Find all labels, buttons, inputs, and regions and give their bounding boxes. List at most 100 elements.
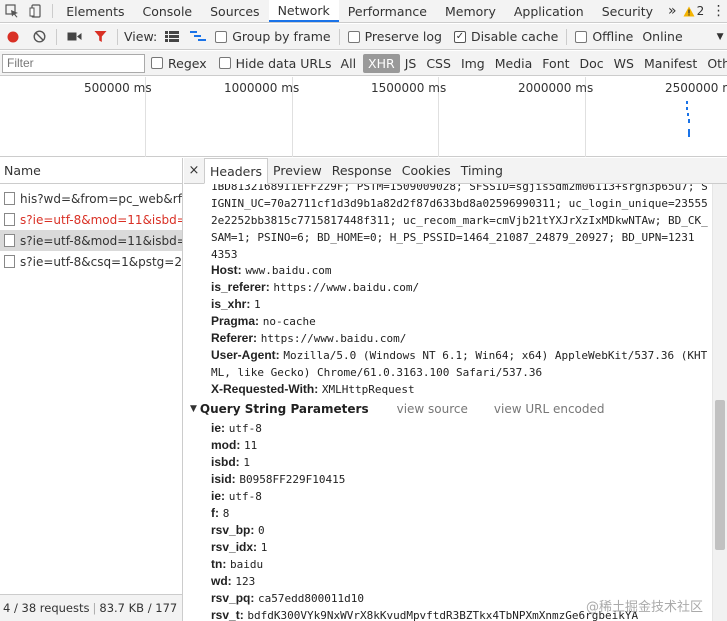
transfer-size: 83.7 KB / 177 ... xyxy=(99,601,182,615)
view-label: View: xyxy=(124,29,158,44)
more-tabs-button[interactable]: » xyxy=(662,0,683,22)
disable-cache-checkbox[interactable]: ✓ Disable cache xyxy=(453,29,558,44)
tab-timing[interactable]: Timing xyxy=(456,158,508,183)
tab-cookies[interactable]: Cookies xyxy=(397,158,456,183)
overview-tick-label: 2500000 ml xyxy=(665,81,727,95)
document-icon xyxy=(4,213,15,226)
request-row[interactable]: s?ie=utf-8&mod=11&isbd=... xyxy=(0,209,182,230)
warnings-badge[interactable]: 2 xyxy=(683,0,711,22)
param-row: f: 8 xyxy=(211,506,230,520)
overview-request-mark xyxy=(687,113,689,116)
param-row: isbd: 1 xyxy=(211,455,250,469)
tab-elements[interactable]: Elements xyxy=(57,0,133,22)
tab-application[interactable]: Application xyxy=(505,0,593,22)
document-icon xyxy=(4,255,15,268)
tab-sources[interactable]: Sources xyxy=(201,0,268,22)
warning-count: 2 xyxy=(696,4,705,18)
offline-checkbox[interactable]: Offline xyxy=(575,29,633,44)
chevron-down-icon: ▼ xyxy=(716,31,724,42)
tab-console[interactable]: Console xyxy=(134,0,202,22)
filter-bar: Regex Hide data URLs All XHR JS CSS Img … xyxy=(0,51,727,76)
device-toolbar-icon[interactable] xyxy=(24,0,48,22)
scrollbar-thumb[interactable] xyxy=(715,400,725,550)
param-row: ie: utf-8 xyxy=(211,421,262,435)
cookie-value-line: IGNIN_UC=70a2711cf1d3d9b1a82d2f87d633bd8… xyxy=(211,197,708,210)
tabbar-divider xyxy=(52,4,54,18)
filter-toggle-button[interactable] xyxy=(87,24,113,50)
overview-tick-label: 500000 ms xyxy=(84,81,152,95)
param-row: ie: utf-8 xyxy=(211,489,262,503)
close-icon[interactable]: × xyxy=(184,158,204,183)
list-view-icon xyxy=(165,31,180,42)
devtools-tabbar: Elements Console Sources Network Perform… xyxy=(0,0,727,23)
header-row: X-Requested-With: XMLHttpRequest xyxy=(211,382,415,396)
request-row-selected[interactable]: s?ie=utf-8&mod=11&isbd=... xyxy=(0,230,182,251)
filter-type-font[interactable]: Font xyxy=(537,54,574,73)
group-by-frame-checkbox[interactable]: Group by frame xyxy=(215,29,331,44)
header-row: Host: www.baidu.com xyxy=(211,263,332,277)
header-row: Pragma: no-cache xyxy=(211,314,316,328)
header-row: is_referer: https://www.baidu.com/ xyxy=(211,280,420,294)
param-row: rsv_idx: 1 xyxy=(211,540,268,554)
view-url-encoded-link[interactable]: view URL encoded xyxy=(494,402,605,416)
cookie-value-line: SAM=1; PSINO=6; BD_HOME=0; H_PS_PSSID=14… xyxy=(211,231,695,244)
checkbox-box xyxy=(347,30,360,43)
request-row[interactable]: s?ie=utf-8&csq=1&pstg=2... xyxy=(0,251,182,272)
tab-network[interactable]: Network xyxy=(268,0,339,22)
throttling-select[interactable]: Online ▼ xyxy=(642,29,723,44)
capture-screenshots-button[interactable] xyxy=(61,24,87,50)
filter-input[interactable] xyxy=(2,53,145,73)
header-row-continued: ML, like Gecko) Chrome/61.0.3163.100 Saf… xyxy=(211,366,543,379)
overview-tick-label: 1500000 ms xyxy=(371,81,447,95)
view-source-link[interactable]: view source xyxy=(397,402,468,416)
checkbox-checked: ✓ xyxy=(453,30,466,43)
expand-triangle-icon: ▼ xyxy=(190,404,197,414)
filter-type-other[interactable]: Other xyxy=(702,54,727,73)
detail-tabbar: × Headers Preview Response Cookies Timin… xyxy=(184,158,727,184)
overview-tick-label: 1000000 ms xyxy=(224,81,300,95)
filter-type-img[interactable]: Img xyxy=(456,54,490,73)
request-list: Name his?wd=&from=pc_web&rf... s?ie=utf-… xyxy=(0,158,183,621)
document-icon xyxy=(4,192,15,205)
filter-type-css[interactable]: CSS xyxy=(421,54,456,73)
large-rows-toggle[interactable] xyxy=(159,24,185,50)
filter-type-js[interactable]: JS xyxy=(400,54,422,73)
regex-checkbox[interactable]: Regex xyxy=(151,56,207,71)
filter-type-xhr[interactable]: XHR xyxy=(363,53,400,73)
section-title: Query String Parameters xyxy=(199,402,369,416)
filter-type-all[interactable]: All xyxy=(336,54,362,73)
overview-request-mark xyxy=(686,101,688,104)
toolbar-divider xyxy=(566,28,568,45)
tab-security[interactable]: Security xyxy=(593,0,662,22)
param-row: mod: 11 xyxy=(211,438,258,452)
tab-memory[interactable]: Memory xyxy=(436,0,505,22)
overview-toggle[interactable] xyxy=(185,24,211,50)
checkbox-box xyxy=(215,30,228,43)
overview-request-mark xyxy=(688,129,690,137)
waterfall-icon xyxy=(190,31,207,41)
query-string-section-header[interactable]: ▼ Query String Parameters view source vi… xyxy=(190,402,710,416)
overview-request-mark xyxy=(688,119,690,123)
tab-response[interactable]: Response xyxy=(327,158,397,183)
network-overview[interactable]: 500000 ms 1000000 ms 1500000 ms 2000000 … xyxy=(0,77,727,157)
filter-type-media[interactable]: Media xyxy=(490,54,538,73)
overview-request-mark xyxy=(686,107,688,110)
preserve-log-checkbox[interactable]: Preserve log xyxy=(347,29,442,44)
watermark-text: @稀土掘金技术社区 xyxy=(585,600,703,615)
filter-type-doc[interactable]: Doc xyxy=(575,54,609,73)
inspect-element-icon[interactable] xyxy=(0,0,24,22)
name-column-header[interactable]: Name xyxy=(0,158,182,184)
warning-icon xyxy=(683,6,695,16)
tab-performance[interactable]: Performance xyxy=(339,0,436,22)
filter-type-ws[interactable]: WS xyxy=(609,54,639,73)
checkbox-box xyxy=(218,57,231,69)
request-row[interactable]: his?wd=&from=pc_web&rf... xyxy=(0,188,182,209)
clear-button[interactable] xyxy=(26,24,52,50)
detail-scrollbar[interactable] xyxy=(712,184,727,621)
tab-preview[interactable]: Preview xyxy=(268,158,327,183)
record-button[interactable] xyxy=(0,24,26,50)
hide-data-urls-checkbox[interactable]: Hide data URLs xyxy=(218,56,332,71)
devtools-menu-button[interactable]: ⋮ xyxy=(710,0,727,22)
filter-type-manifest[interactable]: Manifest xyxy=(639,54,702,73)
tab-headers[interactable]: Headers xyxy=(204,158,269,184)
